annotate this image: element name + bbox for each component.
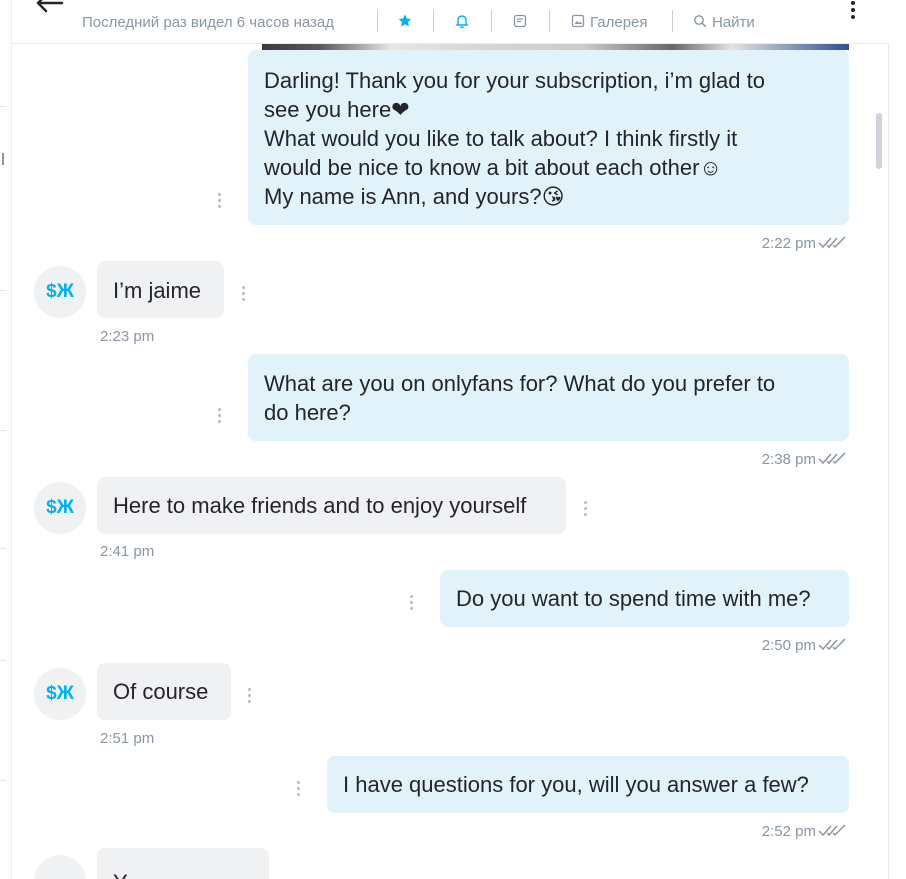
left-sidebar-edge [0, 0, 12, 879]
avatar[interactable] [34, 855, 86, 879]
message-time: 2:51 pm [100, 730, 155, 747]
message-text: What would you like to talk about? I thi… [264, 126, 738, 151]
message-time: 2:22 pm [761, 235, 816, 252]
chat-header: Последний раз видел 6 часов назад Галере… [12, 0, 889, 44]
divider [0, 106, 6, 107]
message-time: 2:41 pm [100, 543, 155, 560]
message-text: I have questions for you, will you answe… [343, 772, 809, 797]
divider [0, 780, 6, 781]
search-label[interactable]: Найти [712, 14, 755, 31]
outgoing-message[interactable]: Do you want to spend time with me? [440, 570, 849, 627]
message-options-icon[interactable] [218, 193, 222, 209]
separator [672, 10, 673, 32]
double-check-icon [818, 452, 846, 465]
panel-border [888, 40, 889, 879]
message-text: Darling! Thank you for your subscription… [264, 68, 765, 93]
message-options-icon[interactable] [584, 501, 588, 517]
message-time: 2:52 pm [761, 823, 816, 840]
divider [0, 430, 6, 431]
message-text: would be nice to know a bit about each o… [264, 155, 722, 180]
message-text: What are you on onlyfans for? What do yo… [264, 371, 776, 396]
avatar[interactable]: $Ж [34, 482, 86, 534]
star-icon[interactable] [397, 13, 413, 29]
incoming-message[interactable]: Y... [97, 848, 269, 879]
message-text: do here? [264, 400, 351, 425]
bell-icon[interactable] [454, 13, 470, 29]
separator [377, 10, 378, 32]
double-check-icon [818, 824, 846, 837]
incoming-message[interactable]: Of course [97, 663, 231, 720]
message-text: see you here❤ [264, 97, 410, 122]
message-options-icon[interactable] [218, 408, 222, 424]
sidebar-marker [2, 153, 4, 165]
chat-window: Последний раз видел 6 часов назад Галере… [0, 0, 906, 879]
divider [0, 290, 6, 291]
message-text: Do you want to spend time with me? [456, 586, 811, 611]
message-options-icon[interactable] [242, 286, 246, 302]
note-icon[interactable] [512, 13, 528, 29]
message-time: 2:23 pm [100, 328, 155, 345]
more-options-icon[interactable] [850, 1, 856, 19]
scrollbar[interactable] [876, 113, 882, 169]
avatar[interactable]: $Ж [34, 668, 86, 720]
outgoing-message[interactable]: What are you on onlyfans for? What do yo… [248, 354, 849, 441]
message-text: I’m jaime [113, 278, 202, 303]
divider [0, 660, 6, 661]
double-check-icon [818, 638, 846, 651]
message-time: 2:50 pm [761, 637, 816, 654]
last-seen-status: Последний раз видел 6 часов назад [82, 14, 335, 31]
separator [433, 10, 434, 32]
message-text: Here to make friends and to enjoy yourse… [113, 493, 527, 518]
search-icon[interactable] [692, 13, 708, 29]
message-options-icon[interactable] [297, 781, 301, 797]
divider [0, 548, 6, 549]
separator [491, 10, 492, 32]
gallery-icon[interactable] [570, 13, 586, 29]
outgoing-message[interactable]: Darling! Thank you for your subscription… [248, 50, 849, 225]
separator [549, 10, 550, 32]
avatar[interactable]: $Ж [34, 266, 86, 318]
incoming-message[interactable]: I’m jaime [97, 261, 224, 318]
double-check-icon [818, 236, 846, 249]
message-options-icon[interactable] [248, 688, 252, 704]
incoming-message[interactable]: Here to make friends and to enjoy yourse… [97, 477, 566, 534]
message-text: My name is Ann, and yours?😘 [264, 184, 565, 209]
message-time: 2:38 pm [761, 451, 816, 468]
message-text: Y... [113, 870, 143, 879]
gallery-label[interactable]: Галерея [590, 14, 648, 31]
message-options-icon[interactable] [410, 595, 414, 611]
outgoing-message[interactable]: I have questions for you, will you answe… [327, 756, 849, 813]
back-arrow-icon[interactable] [34, 0, 64, 14]
message-text: Of course [113, 679, 209, 704]
